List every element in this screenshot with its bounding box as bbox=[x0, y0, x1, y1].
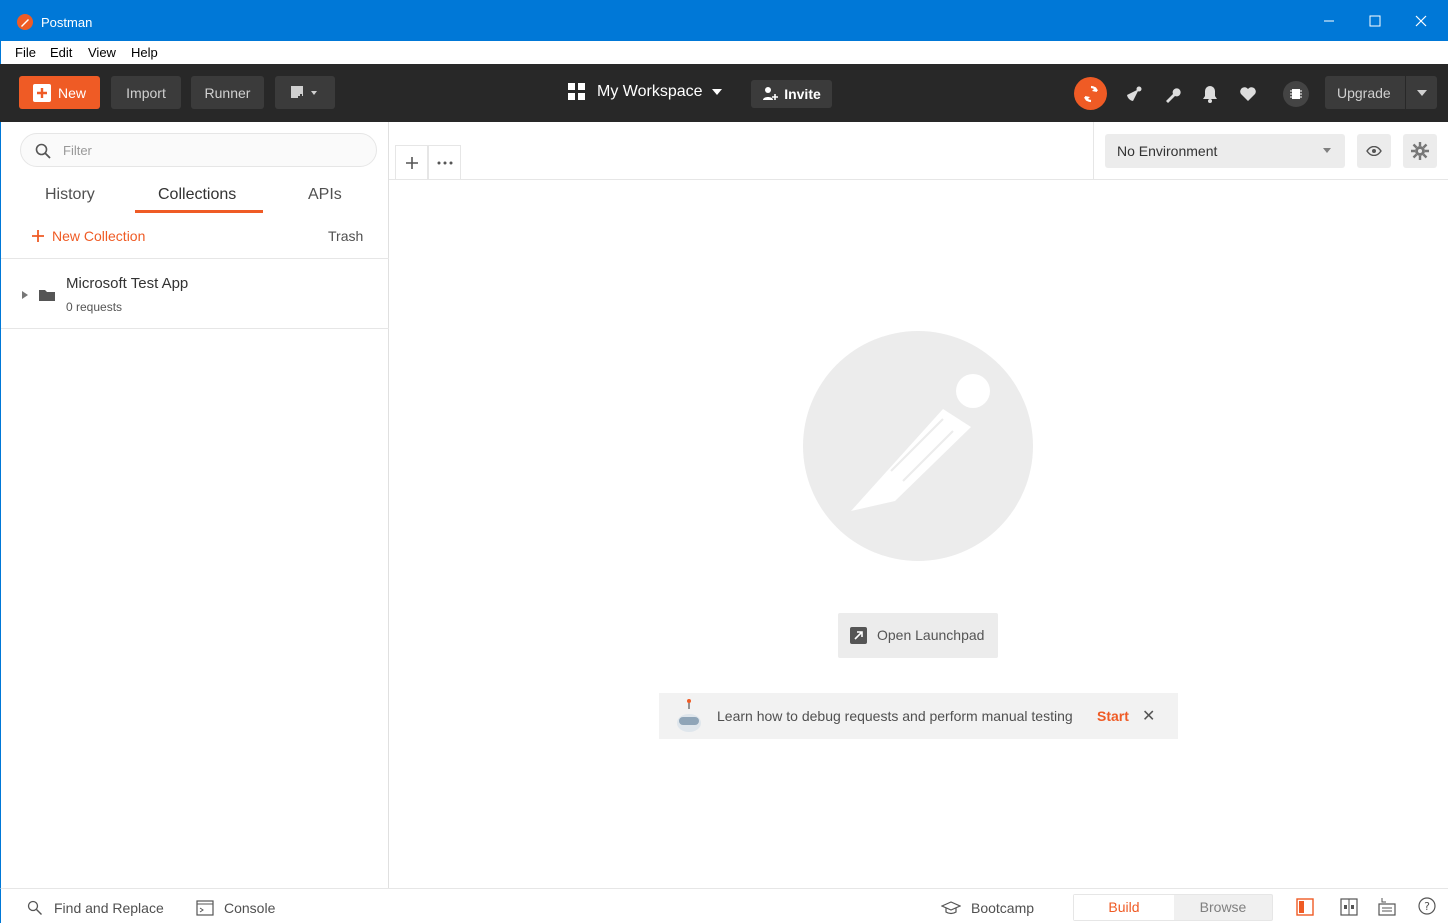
window-title: Postman bbox=[41, 15, 93, 30]
environment-selected: No Environment bbox=[1117, 143, 1218, 159]
new-collection-label: New Collection bbox=[52, 228, 146, 244]
wrench-icon[interactable] bbox=[1163, 84, 1183, 104]
import-button-label: Import bbox=[126, 84, 166, 101]
runner-button[interactable]: Runner bbox=[191, 76, 264, 109]
new-window-icon bbox=[291, 85, 317, 100]
tip-text: Learn how to debug requests and perform … bbox=[717, 708, 1073, 724]
heart-icon[interactable] bbox=[1238, 84, 1258, 104]
divider bbox=[1, 258, 389, 259]
two-pane-view-icon[interactable] bbox=[1296, 898, 1314, 916]
menu-edit[interactable]: Edit bbox=[50, 45, 72, 60]
folder-icon bbox=[39, 290, 55, 301]
search-icon bbox=[35, 143, 51, 159]
new-button[interactable]: New bbox=[19, 76, 100, 109]
runner-button-label: Runner bbox=[204, 84, 251, 101]
new-tab-button[interactable] bbox=[395, 145, 428, 179]
tab-apis[interactable]: APIs bbox=[308, 186, 342, 204]
tab-collections[interactable]: Collections bbox=[158, 186, 236, 204]
request-tabs-bar bbox=[389, 122, 1093, 180]
menu-view[interactable]: View bbox=[88, 45, 116, 60]
help-icon[interactable]: ? bbox=[1418, 897, 1436, 915]
workspace-switcher[interactable]: My Workspace bbox=[568, 83, 722, 101]
filter-placeholder: Filter bbox=[63, 143, 92, 158]
collection-request-count: 0 requests bbox=[66, 300, 123, 314]
robot-astronaut-icon bbox=[677, 699, 701, 732]
browse-mode-button[interactable]: Browse bbox=[1174, 895, 1272, 920]
close-window-button[interactable] bbox=[1398, 0, 1444, 41]
open-launchpad-button[interactable]: Open Launchpad bbox=[838, 613, 998, 658]
app-header: New Import Runner My Workspace Invite Up… bbox=[0, 64, 1448, 122]
menu-bar: File Edit View Help bbox=[0, 41, 1448, 64]
ellipsis-icon bbox=[437, 161, 452, 164]
gear-icon bbox=[1411, 142, 1429, 160]
console-label: Console bbox=[224, 900, 276, 916]
environment-quick-look-button[interactable] bbox=[1357, 134, 1391, 168]
plus-icon bbox=[405, 156, 418, 169]
caret-down-icon bbox=[1417, 90, 1427, 96]
upgrade-label: Upgrade bbox=[1337, 84, 1391, 101]
eye-icon bbox=[1366, 146, 1382, 156]
caret-down-icon bbox=[711, 89, 722, 95]
pane-layout-icon[interactable] bbox=[1340, 898, 1358, 916]
new-button-label: New bbox=[57, 84, 86, 101]
add-user-icon bbox=[763, 87, 779, 100]
divider bbox=[1, 328, 389, 329]
console-button[interactable]: Console bbox=[196, 900, 275, 916]
open-launchpad-label: Open Launchpad bbox=[877, 627, 985, 643]
build-mode-button[interactable]: Build bbox=[1074, 895, 1174, 920]
postman-logo-illustration bbox=[803, 331, 1033, 561]
new-collection-button[interactable]: New Collection bbox=[31, 228, 145, 244]
bootcamp-button[interactable]: Bootcamp bbox=[941, 900, 1034, 916]
minimize-button[interactable] bbox=[1306, 0, 1352, 41]
bootcamp-label: Bootcamp bbox=[971, 900, 1035, 916]
sidebar: Filter History Collections APIs New Coll… bbox=[0, 122, 389, 888]
console-icon bbox=[196, 900, 214, 916]
title-bar: Postman bbox=[0, 0, 1448, 41]
search-icon bbox=[27, 900, 42, 915]
tip-start-link[interactable]: Start bbox=[1097, 708, 1129, 724]
svg-text:?: ? bbox=[1424, 900, 1430, 913]
menu-help[interactable]: Help bbox=[131, 45, 158, 60]
tab-options-button[interactable] bbox=[428, 145, 461, 179]
filter-input[interactable]: Filter bbox=[20, 133, 377, 167]
grid-icon bbox=[568, 83, 585, 100]
manage-environments-button[interactable] bbox=[1403, 134, 1437, 168]
caret-down-icon bbox=[1323, 148, 1331, 153]
find-and-replace-button[interactable]: Find and Replace bbox=[27, 900, 164, 916]
active-tab-indicator bbox=[135, 210, 263, 213]
collection-name: Microsoft Test App bbox=[66, 275, 189, 292]
plus-box-icon bbox=[32, 83, 51, 102]
build-browse-toggle: Build Browse bbox=[1073, 894, 1273, 921]
close-icon[interactable]: ✕ bbox=[1142, 706, 1155, 726]
bootcamp-tip-banner: Learn how to debug requests and perform … bbox=[659, 693, 1178, 739]
graduation-cap-icon bbox=[941, 901, 961, 915]
tab-history[interactable]: History bbox=[45, 186, 95, 204]
external-link-icon bbox=[850, 627, 867, 644]
invite-label: Invite bbox=[784, 86, 821, 102]
menu-file[interactable]: File bbox=[15, 45, 36, 60]
invite-button[interactable]: Invite bbox=[751, 80, 832, 108]
environment-select[interactable]: No Environment bbox=[1105, 134, 1345, 168]
import-button[interactable]: Import bbox=[111, 76, 181, 109]
plus-icon bbox=[32, 230, 44, 242]
find-and-replace-label: Find and Replace bbox=[54, 900, 164, 916]
interceptor-icon[interactable] bbox=[1283, 81, 1309, 107]
satellite-icon[interactable] bbox=[1124, 84, 1144, 104]
new-window-dropdown-button[interactable] bbox=[275, 76, 335, 109]
status-bar: Find and Replace Console Bootcamp Build … bbox=[0, 888, 1448, 923]
upgrade-button[interactable]: Upgrade bbox=[1325, 76, 1437, 109]
environment-area: No Environment bbox=[1093, 122, 1448, 180]
postman-logo-icon bbox=[17, 14, 33, 30]
maximize-button[interactable] bbox=[1352, 0, 1398, 41]
workspace-label: My Workspace bbox=[597, 83, 703, 100]
caret-right-icon bbox=[22, 291, 28, 299]
trash-link[interactable]: Trash bbox=[328, 228, 363, 244]
keyboard-shortcuts-icon[interactable] bbox=[1378, 896, 1396, 916]
sync-icon[interactable] bbox=[1074, 77, 1107, 110]
bell-icon[interactable] bbox=[1200, 84, 1220, 104]
